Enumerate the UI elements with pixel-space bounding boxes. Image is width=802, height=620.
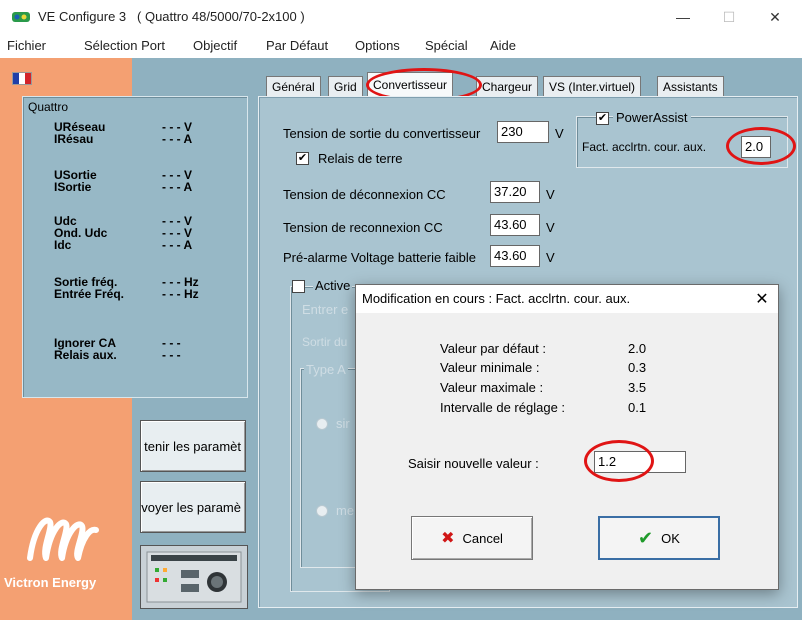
measure-value: - - - Hz xyxy=(162,287,199,301)
measure-label: IRésau xyxy=(54,132,94,146)
minimize-button[interactable]: — xyxy=(660,0,706,34)
measure-label: Relais aux. xyxy=(54,348,117,362)
low-battery-label: Pré-alarme Voltage batterie faible xyxy=(283,250,476,265)
output-voltage-input[interactable]: 230 xyxy=(497,121,549,143)
victron-logo-icon xyxy=(27,517,99,561)
new-value-label: Saisir nouvelle valeur : xyxy=(408,456,539,471)
unit-label: V xyxy=(546,220,555,235)
cancel-label: Cancel xyxy=(462,530,503,546)
window-title: VE Configure 3 ( Quattro 48/5000/70-2x10… xyxy=(38,9,305,24)
ok-button[interactable]: ✔ OK xyxy=(598,516,720,560)
app-icon xyxy=(12,12,30,22)
tab-assistants[interactable]: Assistants xyxy=(657,76,724,96)
control-panel-image xyxy=(140,545,248,609)
min-value: 0.3 xyxy=(628,360,647,375)
menu-special[interactable]: Spécial xyxy=(425,38,468,53)
output-voltage-label: Tension de sortie du convertisseur xyxy=(283,126,481,141)
powerassist-label: PowerAssist xyxy=(613,110,691,125)
tab-grid[interactable]: Grid xyxy=(328,76,363,96)
measure-value: - - - A xyxy=(162,238,193,252)
default-value-label: Valeur par défaut : xyxy=(440,341,546,356)
highlight-annotation xyxy=(726,127,796,165)
aes-option1-radio[interactable] xyxy=(316,418,328,430)
measure-value: - - - xyxy=(162,348,181,362)
dc-disconnect-label: Tension de déconnexion CC xyxy=(283,187,446,202)
highlight-annotation xyxy=(584,440,654,482)
control-panel-icon xyxy=(146,551,242,603)
earth-relay-checkbox[interactable]: ✔ xyxy=(296,152,309,165)
aes-enter-label: Entrer e xyxy=(302,302,349,317)
cancel-icon: ✖ xyxy=(441,530,455,547)
aes-type-label: Type A xyxy=(304,362,348,377)
boost-factor-label: Fact. acclrtn. cour. aux. xyxy=(582,140,707,154)
tab-vs-virtual-switch[interactable]: VS (Inter.virtuel) xyxy=(543,76,642,96)
dialog-close-button[interactable]: ✕ xyxy=(748,286,776,312)
get-settings-button[interactable]: tenir les paramèt xyxy=(140,420,246,472)
dc-reconnect-label: Tension de reconnexion CC xyxy=(283,220,443,235)
app-title: VE Configure 3 xyxy=(38,9,127,24)
dc-reconnect-input[interactable]: 43.60 xyxy=(490,214,540,236)
measure-label: ISortie xyxy=(54,180,92,194)
brand-name: Victron Energy xyxy=(4,575,97,590)
earth-relay-label: Relais de terre xyxy=(318,151,403,166)
dialog-title: Modification en cours : Fact. acclrtn. c… xyxy=(362,291,631,306)
aes-option1-label: sir xyxy=(336,416,350,431)
dc-disconnect-input[interactable]: 37.20 xyxy=(490,181,540,203)
aes-label: Active xyxy=(313,278,353,293)
powerassist-checkbox[interactable]: ✔ xyxy=(596,112,609,125)
default-value: 2.0 xyxy=(628,341,647,356)
device-title: ( Quattro 48/5000/70-2x100 ) xyxy=(137,9,305,24)
send-settings-button[interactable]: voyer les paramè xyxy=(140,481,246,533)
device-name: Quattro xyxy=(28,100,69,114)
menu-fichier[interactable]: Fichier xyxy=(7,38,46,53)
close-button[interactable]: ✕ xyxy=(752,0,798,34)
menu-par-defaut[interactable]: Par Défaut xyxy=(266,38,328,53)
unit-label: V xyxy=(546,187,555,202)
min-value-label: Valeur minimale : xyxy=(440,360,540,375)
measure-label: Entrée Fréq. xyxy=(54,287,125,301)
step-value: 0.1 xyxy=(628,400,647,415)
output-voltage-unit: V xyxy=(555,126,564,141)
tab-chargeur[interactable]: Chargeur xyxy=(476,76,539,96)
ok-label: OK xyxy=(661,530,680,546)
aes-exit-label: Sortir du xyxy=(302,335,348,349)
max-value: 3.5 xyxy=(628,380,647,395)
language-flag-icon[interactable] xyxy=(12,72,32,85)
step-label: Intervalle de réglage : xyxy=(440,400,566,415)
unit-label: V xyxy=(546,250,555,265)
menu-aide[interactable]: Aide xyxy=(490,38,516,53)
menu-options[interactable]: Options xyxy=(355,38,400,53)
measure-label: Idc xyxy=(54,238,72,252)
cancel-button[interactable]: ✖ Cancel xyxy=(411,516,533,560)
tab-general[interactable]: Général xyxy=(266,76,321,96)
checkmark-icon: ✔ xyxy=(638,527,654,548)
aes-option2-label: me xyxy=(336,503,355,518)
menu-selection-port[interactable]: Sélection Port xyxy=(84,38,165,53)
menu-objectif[interactable]: Objectif xyxy=(193,38,237,53)
aes-option2-radio[interactable] xyxy=(316,505,328,517)
low-battery-input[interactable]: 43.60 xyxy=(490,245,540,267)
measure-value: - - - A xyxy=(162,180,193,194)
max-value-label: Valeur maximale : xyxy=(440,380,544,395)
maximize-button[interactable]: ☐ xyxy=(706,0,752,34)
aes-checkbox[interactable] xyxy=(292,280,305,293)
measure-value: - - - A xyxy=(162,132,193,146)
